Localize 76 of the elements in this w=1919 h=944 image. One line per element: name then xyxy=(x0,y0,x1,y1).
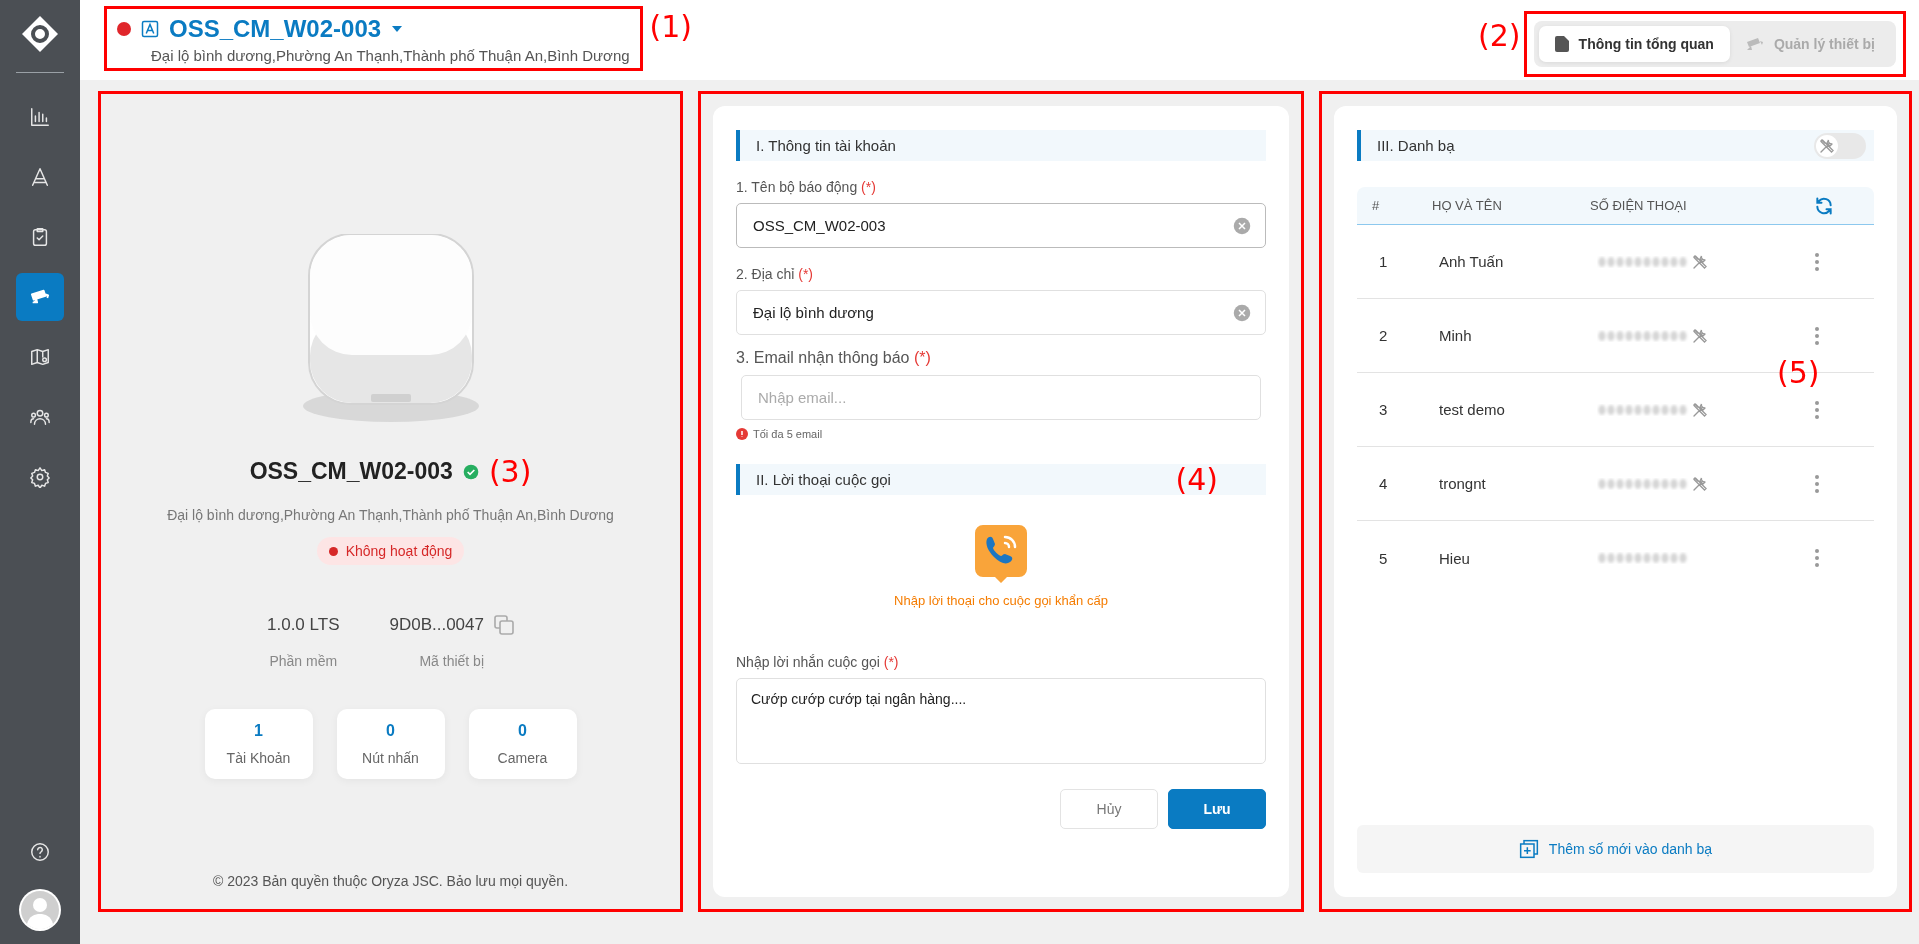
device-type-icon xyxy=(141,20,159,38)
device-address: Đại lộ bình dương,Phường An Thạnh,Thành phố Thuận An,Bình Dương xyxy=(150,47,630,64)
field-label: 1. Tên bộ báo động (*) xyxy=(736,179,877,195)
more-icon xyxy=(1814,399,1820,420)
table-cell-text: 5 xyxy=(1379,549,1389,567)
table-cell-text: 2 xyxy=(1379,327,1389,344)
device-address: Đại lộ bình dương,Phường An Thạnh,Thành phố Thuận An,Bình Dương xyxy=(167,507,614,523)
info-label: Mã thiết bị xyxy=(419,653,484,669)
status-badge: Không hoạt động xyxy=(316,537,465,565)
error-icon xyxy=(736,428,748,440)
table-cell-text: Minh xyxy=(1439,327,1473,344)
copyright-text: © 2023 Bản quyền thuộc Oryza JSC. Bảo lưu mọi quyền. xyxy=(212,873,569,889)
field-label: 2. Địa chỉ (*) xyxy=(736,266,815,282)
table-cell-text: 4 xyxy=(1379,475,1389,492)
table-cell-text: 3 xyxy=(1379,401,1389,418)
logo-icon xyxy=(20,14,60,54)
annotation-label: (3) xyxy=(488,454,532,489)
document-icon xyxy=(1554,36,1569,52)
refresh-icon xyxy=(1814,195,1834,216)
caret-icon xyxy=(391,25,404,33)
triangle-logo-icon xyxy=(29,166,51,188)
column-header: SỐ ĐIỆN THOẠI xyxy=(1590,198,1688,213)
sidebar-item[interactable] xyxy=(16,273,64,321)
tools-icon xyxy=(1691,400,1709,419)
add-icon xyxy=(1518,839,1539,859)
column-header: # xyxy=(1372,198,1381,213)
annotation-label: (5) xyxy=(1777,355,1817,390)
stat-label: Camera xyxy=(497,750,548,766)
annotation-label: (4) xyxy=(1175,462,1218,497)
toggle-switch[interactable] xyxy=(1814,132,1866,159)
more-icon xyxy=(1814,325,1820,346)
section-title: II. Lời thoại cuộc gọi xyxy=(756,471,891,488)
section-title: III. Danh bạ xyxy=(1377,137,1455,154)
field-hint: Tối đa 5 email xyxy=(753,428,823,440)
more-icon xyxy=(1814,251,1820,272)
info-value: 1.0.0 LTS xyxy=(267,615,340,635)
chart-icon xyxy=(29,106,51,128)
cancel-button[interactable]: Hủy xyxy=(1060,789,1158,829)
phone-call-icon xyxy=(975,525,1027,583)
stat-label: Nút nhấn xyxy=(362,750,419,766)
settings-icon xyxy=(29,466,51,488)
message-field[interactable]: Cướp cướp cướp tại ngân hàng.... xyxy=(736,678,1266,764)
section-title: I. Thông tin tài khoản xyxy=(756,137,896,154)
help-icon xyxy=(29,841,51,863)
tools-icon xyxy=(1691,474,1709,493)
table-cell-text: Hieu xyxy=(1439,549,1471,567)
more-icon xyxy=(1814,548,1820,568)
stat-value: 0 xyxy=(386,722,395,740)
tools-icon xyxy=(1818,136,1836,155)
camera-icon xyxy=(1745,37,1764,51)
annotation-label: (2) xyxy=(1478,18,1521,53)
save-button[interactable]: Lưu xyxy=(1168,789,1266,829)
table-cell-text: 1 xyxy=(1379,253,1389,270)
annotation-label: (1) xyxy=(649,9,693,44)
table-cell-text: test demo xyxy=(1439,401,1506,418)
table-cell-text: trongnt xyxy=(1439,475,1487,492)
tools-icon xyxy=(1691,326,1709,345)
more-icon xyxy=(1814,473,1820,494)
device-name: OSS_CM_W02-003 xyxy=(249,458,453,485)
avatar[interactable] xyxy=(18,888,62,932)
map-icon xyxy=(29,346,51,368)
tab[interactable]: Thông tin tổng quan xyxy=(1538,26,1730,62)
column-header: HỌ VÀ TÊN xyxy=(1432,198,1503,213)
info-value: 9D0B...0047 xyxy=(389,615,484,635)
field-label: Nhập lời nhắn cuộc gọi (*) xyxy=(736,654,900,670)
add-contact-button[interactable]: Thêm số mới vào danh bạ xyxy=(1357,825,1874,873)
field-label: 3. Email nhận thông báo (*) xyxy=(736,349,932,367)
stat-value: 0 xyxy=(518,722,527,740)
clear-icon xyxy=(1233,303,1251,322)
clear-icon xyxy=(1233,216,1251,235)
stat-value: 1 xyxy=(254,722,263,740)
info-label: Phần mềm xyxy=(269,653,338,669)
table-cell-text: Anh Tuấn xyxy=(1439,253,1505,270)
tools-icon xyxy=(1691,252,1709,271)
stat-label: Tài Khoản xyxy=(226,750,291,766)
device-title[interactable]: OSS_CM_W02-003 xyxy=(169,15,382,43)
